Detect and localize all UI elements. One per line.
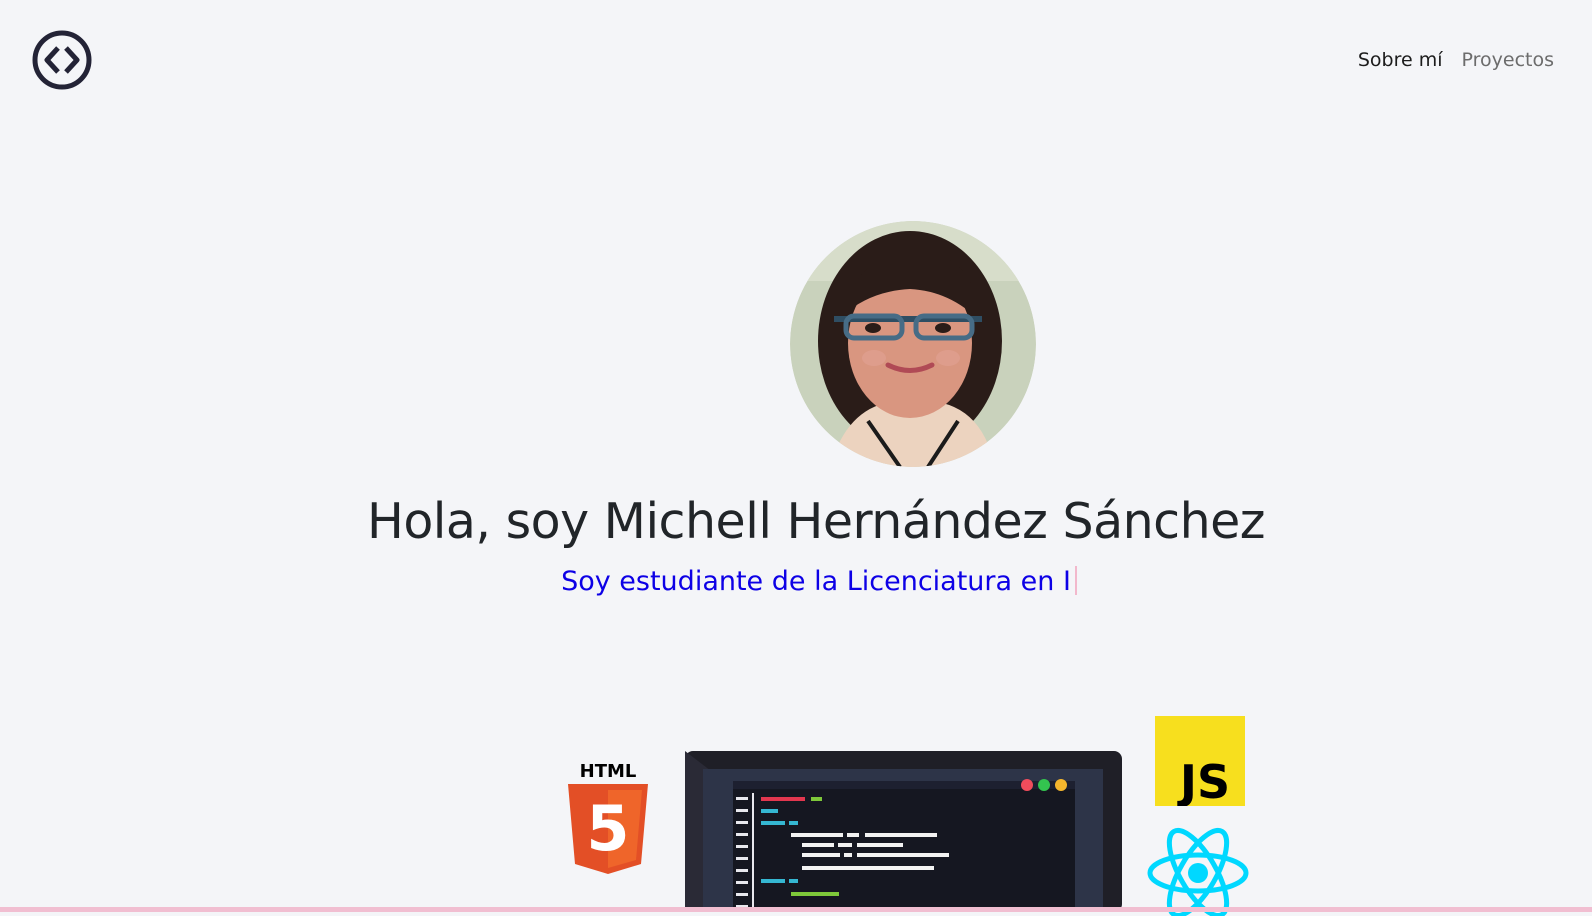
- hero-title: Hola, soy Michell Hernández Sánchez: [366, 493, 1266, 550]
- nav-link-sobre-mi[interactable]: Sobre mí: [1358, 49, 1443, 71]
- html-label: HTML: [580, 762, 637, 782]
- js-label: JS: [1177, 755, 1230, 806]
- javascript-icon: JS: [1155, 716, 1245, 809]
- typing-caret: [1074, 566, 1077, 595]
- react-icon: [1147, 827, 1249, 916]
- bottom-divider: [0, 907, 1592, 912]
- nav-link-proyectos[interactable]: Proyectos: [1462, 49, 1555, 71]
- typed-text: Soy estudiante de la Licenciatura en I: [561, 566, 1071, 597]
- code-editor-laptop-illustration: [685, 751, 1122, 912]
- code-logo-icon[interactable]: [31, 29, 93, 91]
- top-nav: Sobre mí Proyectos: [1358, 49, 1554, 71]
- hero-subtitle: Soy estudiante de la Licenciatura en I: [0, 566, 1592, 597]
- html5-icon: HTML 5: [566, 761, 650, 880]
- profile-avatar: [790, 221, 1036, 467]
- html-number: 5: [586, 792, 629, 865]
